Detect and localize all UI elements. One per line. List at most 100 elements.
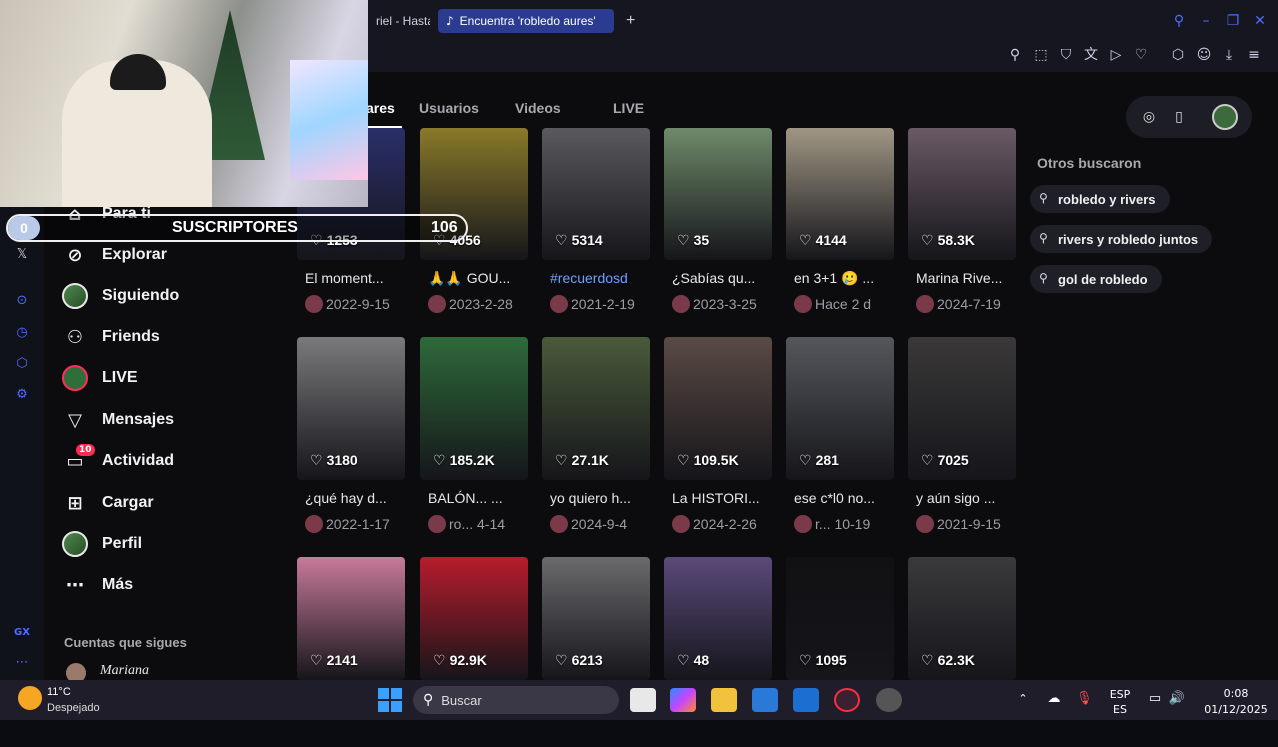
player-icon[interactable]: ⊙ bbox=[13, 292, 31, 310]
avatar[interactable] bbox=[916, 295, 934, 313]
opera-gx-icon[interactable] bbox=[834, 688, 860, 712]
browser-tab[interactable]: riel - Hasta bbox=[368, 9, 430, 33]
avatar[interactable] bbox=[672, 295, 690, 313]
video-card[interactable]: ♡ 58.3K Marina Rive... 2024-7-19 bbox=[908, 128, 1016, 318]
profile-icon[interactable]: ☺ bbox=[1195, 46, 1213, 64]
related-search-chip[interactable]: ⚲ rivers y robledo juntos bbox=[1030, 225, 1213, 253]
video-caption[interactable]: en 3+1 🥲 ... bbox=[794, 270, 898, 287]
sidebar-item-actividad[interactable]: ▭ 10 Actividad bbox=[62, 444, 174, 477]
settings-icon[interactable]: ⚙ bbox=[13, 386, 31, 404]
translate-icon[interactable]: 文 bbox=[1082, 46, 1100, 64]
avatar[interactable] bbox=[672, 515, 690, 533]
clock-time[interactable]: 0:08 bbox=[1196, 687, 1276, 700]
download-icon[interactable]: ⤓ bbox=[1220, 46, 1238, 64]
gx-icon[interactable]: GX bbox=[13, 624, 31, 642]
timer-icon[interactable]: ◎ bbox=[1140, 108, 1158, 126]
sidebar-item-cargar[interactable]: ⊞ Cargar bbox=[62, 487, 153, 519]
avatar[interactable] bbox=[550, 515, 568, 533]
weather-icon[interactable] bbox=[18, 686, 42, 710]
tab-live[interactable]: LIVE bbox=[613, 100, 644, 116]
avatar[interactable] bbox=[794, 515, 812, 533]
outlook-icon[interactable] bbox=[793, 688, 819, 712]
video-caption[interactable]: 🙏🙏 GOU... bbox=[428, 270, 532, 287]
language-line2[interactable]: ES bbox=[1106, 703, 1134, 716]
history-icon[interactable]: ◷ bbox=[13, 324, 31, 342]
more-icon[interactable]: ⋯ bbox=[13, 654, 31, 672]
store-icon[interactable] bbox=[752, 688, 778, 712]
network-icon[interactable]: ▭ bbox=[1146, 691, 1164, 706]
tab-principales[interactable]: ares bbox=[366, 100, 395, 116]
video-card[interactable]: ♡ 5314 #recuerdosd 2021-2-19 bbox=[542, 128, 650, 318]
cloud-icon[interactable]: ☁ bbox=[1044, 691, 1064, 706]
video-card[interactable]: ♡ 7025 y aún sigo ... 2021-9-15 bbox=[908, 337, 1016, 533]
microphone-icon[interactable]: 🎙 bbox=[1076, 691, 1093, 706]
extensions-icon[interactable]: ⬡ bbox=[13, 355, 31, 373]
sidebar-item-siguiendo[interactable]: Siguiendo bbox=[62, 280, 179, 312]
play-icon[interactable]: ▷ bbox=[1107, 46, 1125, 64]
heart-icon: ♡ bbox=[799, 653, 812, 669]
avatar[interactable] bbox=[428, 295, 446, 313]
clock-date[interactable]: 01/12/2025 bbox=[1196, 703, 1276, 716]
browser-tab-active[interactable]: ♪ Encuentra 'robledo aures' bbox=[438, 9, 614, 33]
avatar[interactable] bbox=[305, 515, 323, 533]
x-icon[interactable]: 𝕏 bbox=[13, 246, 31, 264]
sidebar-item-perfil[interactable]: Perfil bbox=[62, 528, 142, 560]
screenshot-icon[interactable]: ⬚ bbox=[1032, 46, 1050, 64]
file-explorer-icon[interactable] bbox=[711, 688, 737, 712]
sidebar-item-explorar[interactable]: ⊘ Explorar bbox=[62, 239, 166, 271]
video-card[interactable]: ♡ 35 ¿Sabías qu... 2023-3-25 bbox=[664, 128, 772, 318]
video-card[interactable]: ♡ 185.2K BALÓN... ... ro... 4-14 bbox=[420, 337, 528, 533]
language-line1[interactable]: ESP bbox=[1106, 688, 1134, 701]
avatar[interactable] bbox=[916, 515, 934, 533]
video-caption[interactable]: #recuerdosd bbox=[550, 270, 654, 286]
video-caption[interactable]: BALÓN... ... bbox=[428, 490, 532, 506]
menu-icon[interactable]: ≡ bbox=[1245, 46, 1263, 64]
live-avatar bbox=[62, 365, 88, 391]
video-caption[interactable]: El moment... bbox=[305, 270, 409, 286]
extensions-icon[interactable]: ⬡ bbox=[1169, 46, 1187, 64]
sidebar-item-mas[interactable]: ⋯ Más bbox=[62, 569, 133, 601]
like-count: ♡ 3180 bbox=[310, 452, 358, 469]
following-account[interactable]: Mariana bbox=[100, 663, 149, 679]
video-caption[interactable]: La HISTORI... bbox=[672, 490, 776, 506]
new-tab-button[interactable]: + bbox=[618, 9, 640, 33]
volume-icon[interactable]: 🔊 bbox=[1168, 691, 1186, 706]
sidebar-item-friends[interactable]: ⚇ Friends bbox=[62, 321, 160, 353]
video-caption[interactable]: ¿qué hay d... bbox=[305, 490, 409, 506]
video-card[interactable]: ♡ 3180 ¿qué hay d... 2022-1-17 bbox=[297, 337, 405, 533]
tab-usuarios[interactable]: Usuarios bbox=[419, 100, 479, 116]
phone-icon[interactable]: ▯ bbox=[1170, 108, 1188, 126]
minimize-icon[interactable]: – bbox=[1197, 12, 1215, 30]
avatar[interactable] bbox=[550, 295, 568, 313]
search-icon[interactable]: ⚲ bbox=[1170, 12, 1188, 30]
video-card[interactable]: ♡ 27.1K yo quiero h... 2024-9-4 bbox=[542, 337, 650, 533]
chevron-up-icon[interactable]: ⌃ bbox=[1016, 692, 1030, 705]
video-card[interactable]: ♡ 281 ese c*l0 no... r... 10-19 bbox=[786, 337, 894, 533]
task-view-icon[interactable] bbox=[630, 688, 656, 712]
video-caption[interactable]: yo quiero h... bbox=[550, 490, 654, 506]
sidebar-item-live[interactable]: LIVE bbox=[62, 362, 138, 394]
avatar[interactable] bbox=[428, 515, 446, 533]
start-icon[interactable] bbox=[378, 688, 402, 712]
avatar[interactable] bbox=[794, 295, 812, 313]
shield-icon[interactable]: ⛉ bbox=[1057, 46, 1075, 64]
copilot-icon[interactable] bbox=[670, 688, 696, 712]
sidebar-item-mensajes[interactable]: ▽ Mensajes bbox=[62, 404, 174, 436]
video-caption[interactable]: y aún sigo ... bbox=[916, 490, 1020, 506]
pin-icon[interactable]: ⚲ bbox=[1006, 46, 1024, 64]
tab-videos[interactable]: Videos bbox=[515, 100, 561, 116]
video-card[interactable]: ♡ 109.5K La HISTORI... 2024-2-26 bbox=[664, 337, 772, 533]
taskbar-search[interactable]: ⚲ Buscar bbox=[413, 686, 619, 714]
avatar[interactable] bbox=[305, 295, 323, 313]
video-card[interactable]: ♡ 4144 en 3+1 🥲 ... Hace 2 d bbox=[786, 128, 894, 318]
related-search-chip[interactable]: ⚲ robledo y rivers bbox=[1030, 185, 1170, 213]
app-icon[interactable] bbox=[876, 688, 902, 712]
video-caption[interactable]: Marina Rive... bbox=[916, 270, 1020, 286]
related-search-chip[interactable]: ⚲ gol de robledo bbox=[1030, 265, 1162, 293]
video-caption[interactable]: ¿Sabías qu... bbox=[672, 270, 776, 286]
close-icon[interactable]: ✕ bbox=[1251, 12, 1269, 30]
heart-icon[interactable]: ♡ bbox=[1132, 46, 1150, 64]
maximize-icon[interactable]: ❐ bbox=[1224, 12, 1242, 30]
video-caption[interactable]: ese c*l0 no... bbox=[794, 490, 898, 506]
avatar[interactable] bbox=[1212, 104, 1238, 130]
